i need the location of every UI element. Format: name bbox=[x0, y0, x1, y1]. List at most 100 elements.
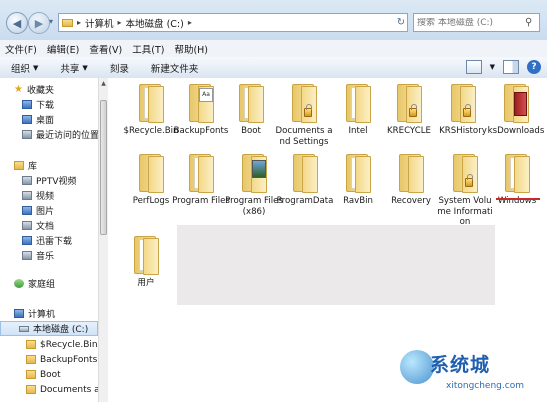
program-files-folder-icon bbox=[234, 152, 274, 194]
folder-icon bbox=[131, 82, 171, 124]
thunder-download-icon bbox=[22, 236, 32, 245]
folder-icon bbox=[497, 152, 537, 194]
share-button[interactable]: 共享 ▼ bbox=[49, 61, 98, 75]
refresh-icon: ↻ bbox=[396, 17, 406, 28]
nav-recent[interactable]: 最近访问的位置 bbox=[22, 127, 98, 142]
folder-icon bbox=[126, 234, 166, 276]
nav-documents[interactable]: 文档 bbox=[22, 218, 54, 233]
folder-item[interactable]: Program Files bbox=[172, 152, 230, 207]
search-input[interactable] bbox=[417, 17, 525, 28]
refresh-button[interactable]: ↻ bbox=[394, 13, 408, 32]
folder-icon bbox=[26, 370, 36, 379]
menu-edit[interactable]: 编辑(E) bbox=[42, 42, 84, 56]
folder-item[interactable]: Intel bbox=[331, 82, 385, 137]
nav-computer[interactable]: 计算机 bbox=[14, 306, 55, 321]
nav-recycle[interactable]: $Recycle.Bin bbox=[26, 337, 98, 352]
folder-label: ksDownloads bbox=[487, 126, 545, 136]
new-folder-button[interactable]: 新建文件夹 bbox=[140, 61, 210, 75]
nav-scrollbar[interactable]: ▲ bbox=[98, 78, 108, 402]
scroll-thumb[interactable] bbox=[100, 100, 107, 235]
nav-label: PPTV视频 bbox=[36, 177, 77, 187]
scroll-up-icon[interactable]: ▲ bbox=[99, 80, 108, 87]
folder-item[interactable]: $Recycle.Bin bbox=[123, 82, 179, 137]
nav-favorites[interactable]: ★ 收藏夹 bbox=[14, 82, 54, 97]
folder-item[interactable]: RavBin bbox=[331, 152, 385, 207]
menu-view[interactable]: 查看(V) bbox=[84, 42, 127, 56]
folder-item[interactable]: 用户 bbox=[119, 234, 173, 289]
folder-item[interactable]: Program Files (x86) bbox=[225, 152, 283, 217]
nav-downloads[interactable]: 下载 bbox=[22, 97, 54, 112]
nav-documents-settings[interactable]: Documents an bbox=[26, 382, 99, 397]
arrow-right-icon: ▶ bbox=[34, 16, 44, 30]
media-folder-icon bbox=[496, 82, 536, 124]
watermark-logo: 系统城 xitongcheng.com bbox=[392, 348, 542, 398]
search-box[interactable]: ⚲ bbox=[413, 13, 540, 32]
folder-label: System Volume Information bbox=[437, 196, 493, 227]
folder-item[interactable]: Documents and Settings bbox=[275, 82, 333, 147]
folder-item[interactable]: Aa BackupFonts bbox=[174, 82, 228, 137]
nav-label: 家庭组 bbox=[28, 280, 56, 290]
breadcrumb-separator-icon: ▸ bbox=[187, 18, 192, 27]
address-bar-row: ◀ ▶ ▾ ▸ 计算机 ▸ 本地磁盘 (C:) ▸ ↻ ⚲ bbox=[0, 0, 547, 40]
nav-music[interactable]: 音乐 bbox=[22, 248, 54, 263]
change-view-icon[interactable] bbox=[465, 60, 482, 74]
nav-label: Boot bbox=[40, 369, 61, 380]
homegroup-icon bbox=[14, 279, 24, 288]
nav-pictures[interactable]: 图片 bbox=[22, 203, 54, 218]
folder-label: Documents and Settings bbox=[275, 126, 333, 147]
folder-label: Boot bbox=[241, 126, 261, 136]
locked-folder-icon bbox=[389, 82, 429, 124]
nav-label: Documents an bbox=[40, 384, 99, 395]
nav-desktop[interactable]: 桌面 bbox=[22, 112, 54, 127]
nav-backupfonts[interactable]: BackupFonts bbox=[26, 352, 97, 367]
history-dropdown-icon[interactable]: ▾ bbox=[49, 17, 53, 26]
locked-folder-icon bbox=[443, 82, 483, 124]
nav-label: 迅雷下载 bbox=[36, 237, 73, 247]
nav-label: 文档 bbox=[36, 222, 55, 232]
preview-pane-icon[interactable] bbox=[503, 60, 519, 74]
folder-item[interactable]: KRSHistory bbox=[436, 82, 490, 137]
breadcrumb-separator-icon: ▸ bbox=[77, 18, 82, 27]
music-icon bbox=[22, 251, 32, 260]
folder-label: KRSHistory bbox=[439, 126, 487, 136]
breadcrumb-separator-icon: ▸ bbox=[117, 18, 122, 27]
nav-local-disk[interactable]: 本地磁盘 (C:) bbox=[0, 321, 98, 336]
help-icon[interactable]: ? bbox=[527, 60, 541, 74]
folder-location-icon bbox=[62, 18, 73, 27]
back-button[interactable]: ◀ bbox=[6, 12, 28, 34]
folder-item[interactable]: KRECYCLE bbox=[382, 82, 436, 137]
chevron-down-icon[interactable]: ▼ bbox=[490, 63, 495, 71]
nav-label: 图片 bbox=[36, 207, 55, 217]
arrow-left-icon: ◀ bbox=[12, 16, 22, 30]
folder-item[interactable]: ProgramData bbox=[277, 152, 333, 207]
drive-icon bbox=[19, 325, 29, 332]
folder-item[interactable]: ksDownloads bbox=[487, 82, 545, 137]
folder-item[interactable]: Boot bbox=[224, 82, 278, 137]
folder-item[interactable]: PerfLogs bbox=[124, 152, 178, 207]
folder-icon bbox=[285, 152, 325, 194]
burn-button[interactable]: 刻录 bbox=[99, 61, 140, 75]
organize-button[interactable]: 组织 ▼ bbox=[0, 61, 49, 75]
forward-button[interactable]: ▶ bbox=[28, 12, 50, 34]
folder-label: 用户 bbox=[137, 278, 155, 288]
menu-help[interactable]: 帮助(H) bbox=[169, 42, 213, 56]
downloads-icon bbox=[22, 100, 32, 109]
menu-file[interactable]: 文件(F) bbox=[0, 42, 42, 56]
folder-item[interactable]: Recovery bbox=[384, 152, 438, 207]
library-icon bbox=[14, 161, 24, 170]
breadcrumb-local-disk[interactable]: 本地磁盘 (C:) bbox=[126, 16, 184, 30]
nav-thunder[interactable]: 迅雷下载 bbox=[22, 233, 72, 248]
menu-bar: 文件(F) 编辑(E) 查看(V) 工具(T) 帮助(H) bbox=[0, 40, 547, 57]
pictures-icon bbox=[22, 206, 32, 215]
nav-boot[interactable]: Boot bbox=[26, 367, 61, 382]
nav-videos[interactable]: 视频 bbox=[22, 188, 54, 203]
nav-pptv[interactable]: PPTV视频 bbox=[22, 173, 77, 188]
nav-label: 视频 bbox=[36, 192, 55, 202]
folder-item[interactable]: System Volume Information bbox=[437, 152, 493, 228]
breadcrumb-computer[interactable]: 计算机 bbox=[85, 16, 114, 30]
address-input[interactable]: ▸ 计算机 ▸ 本地磁盘 (C:) ▸ bbox=[58, 13, 408, 32]
nav-homegroup[interactable]: 家庭组 bbox=[14, 276, 55, 291]
command-toolbar: 组织 ▼ 共享 ▼ 刻录 新建文件夹 ▼ ? bbox=[0, 57, 547, 79]
menu-tools[interactable]: 工具(T) bbox=[127, 42, 169, 56]
nav-libraries[interactable]: 库 bbox=[14, 158, 37, 173]
